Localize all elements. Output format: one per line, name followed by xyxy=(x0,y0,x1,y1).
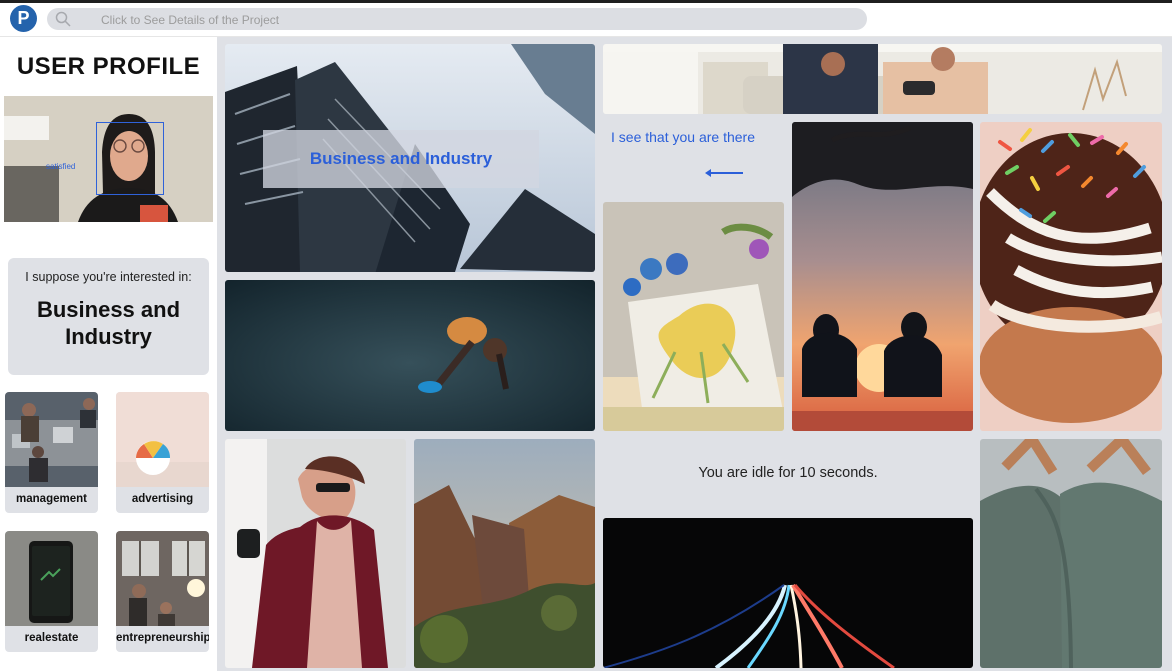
category-image xyxy=(5,392,98,487)
fashion-photo-tile[interactable] xyxy=(225,439,406,668)
category-image xyxy=(5,531,98,626)
category-image xyxy=(116,531,209,626)
app-logo[interactable]: P xyxy=(10,5,37,32)
user-profile-sidebar: USER PROFILE satisfied I suppose you're … xyxy=(0,37,217,671)
interest-intro: I suppose you're interested in: xyxy=(25,270,192,284)
idle-message-panel: You are idle for 10 seconds. xyxy=(603,439,973,510)
gaming-photo-tile[interactable] xyxy=(603,44,1162,114)
category-management[interactable]: management xyxy=(5,392,98,513)
sunset-couple-image xyxy=(792,122,973,431)
runner-image xyxy=(225,280,595,431)
face-detection-box xyxy=(96,122,164,195)
category-label: realestate xyxy=(24,632,79,644)
topic-overlay-label[interactable]: Business and Industry xyxy=(263,130,539,188)
category-advertising[interactable]: advertising xyxy=(116,392,209,513)
business-industry-tile[interactable]: Business and Industry xyxy=(225,44,595,272)
donut-photo-tile[interactable] xyxy=(980,122,1162,431)
top-bar: P xyxy=(0,3,1172,37)
search-input[interactable] xyxy=(99,8,843,32)
idle-message: You are idle for 10 seconds. xyxy=(698,465,878,481)
light-trails-tile[interactable] xyxy=(603,518,973,668)
hanging-shirts-image xyxy=(980,439,1162,668)
interest-card: I suppose you're interested in: Business… xyxy=(8,258,209,375)
category-entrepreneurship[interactable]: entrepreneurship xyxy=(116,531,209,652)
emotion-label: satisfied xyxy=(46,162,76,171)
search-icon xyxy=(55,11,71,27)
search-bar[interactable] xyxy=(47,8,867,32)
category-label: advertising xyxy=(131,493,194,505)
category-label: management xyxy=(16,493,87,505)
category-label: entrepreneurship xyxy=(116,632,209,644)
people-gaming-image xyxy=(603,44,1162,114)
canyon-photo-tile[interactable] xyxy=(414,439,595,668)
fashion-woman-image xyxy=(225,439,406,668)
sunset-photo-tile[interactable] xyxy=(792,122,973,431)
category-realestate[interactable]: realestate xyxy=(5,531,98,652)
webcam-feed: satisfied xyxy=(4,96,213,222)
category-image xyxy=(116,392,209,487)
presence-message-panel: I see that you are there xyxy=(603,122,784,199)
page-title: USER PROFILE xyxy=(16,53,201,80)
highway-light-trails-image xyxy=(603,518,973,668)
painting-photo-tile[interactable] xyxy=(603,202,784,431)
watercolor-image xyxy=(603,202,784,431)
presence-message: I see that you are there xyxy=(611,129,755,145)
interest-topic: Business and Industry xyxy=(36,297,181,349)
donut-image xyxy=(980,122,1162,431)
canyon-image xyxy=(414,439,595,668)
left-arrow-icon xyxy=(705,169,743,177)
clothes-photo-tile[interactable] xyxy=(980,439,1162,668)
athlete-photo-tile[interactable] xyxy=(225,280,595,431)
